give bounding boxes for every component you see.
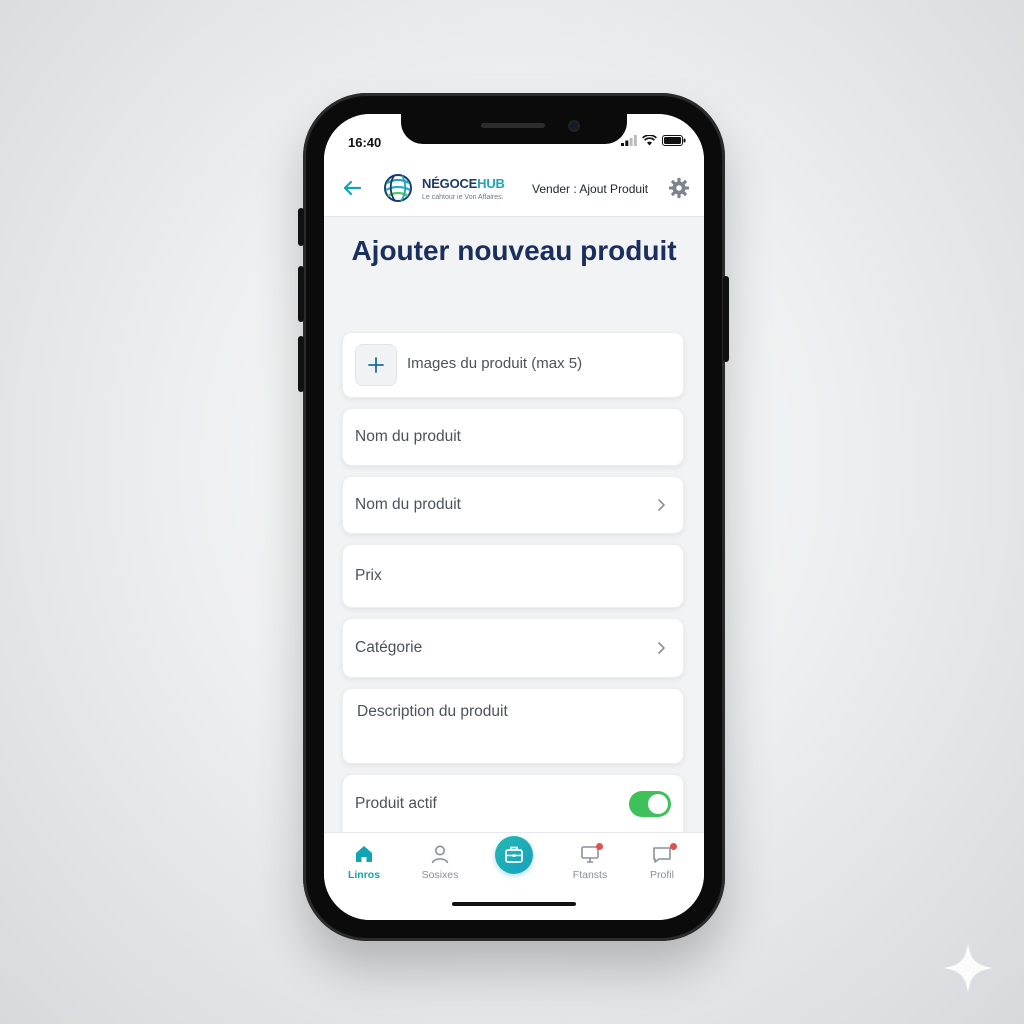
header-title: Vender : Ajout Produit [532,182,649,196]
tab-label: Sosixes [421,869,459,881]
active-product-row: Produit actif [342,774,684,836]
description-field[interactable]: Description du produit [342,688,684,764]
tab-label: Linros [347,869,381,881]
active-product-label: Produit actif [355,795,437,812]
tab-label: Profil [650,869,674,881]
home-indicator [452,902,576,906]
product-name-select[interactable]: Nom du produit [342,476,684,534]
brand-name: NÉGOCEHUB [422,176,505,191]
front-camera [568,120,580,132]
wifi-icon [642,135,657,146]
tab-linros[interactable]: Linros [332,843,396,895]
tab-label: Ftansts [572,869,608,881]
product-name-field[interactable]: Nom du produit [342,408,684,466]
phone-mute-switch [298,208,304,246]
speaker-grille [481,123,545,128]
sparkle-icon [942,942,994,994]
gear-icon[interactable] [668,177,690,199]
brand-suffix: HUB [477,176,505,191]
phone-volume-up [298,266,304,322]
product-name-placeholder: Nom du produit [355,428,461,445]
briefcase-icon [505,846,523,863]
description-placeholder: Description du produit [357,703,508,720]
globe-logo-icon [384,174,412,202]
bottom-tab-bar: Linros Sosixes Ftansts Profil [324,832,704,920]
tab-sosixes[interactable]: Sosixes [408,843,472,895]
phone-power-button [723,276,729,362]
price-field[interactable]: Prix [342,544,684,608]
price-placeholder: Prix [355,567,382,584]
battery-icon [662,135,686,146]
category-select[interactable]: Catégorie [342,618,684,678]
app-header: NÉGOCEHUB Le cahtour ie Von Affaires. Ve… [324,160,704,217]
chevron-right-icon [658,499,665,511]
toggle-knob [648,794,668,814]
notification-badge [596,843,603,850]
active-product-toggle[interactable] [629,791,671,817]
product-name-select-label: Nom du produit [355,496,461,513]
brand-tagline: Le cahtour ie Von Affaires. [422,194,504,201]
add-image-button[interactable] [355,344,397,386]
category-label: Catégorie [355,639,423,656]
plus-icon [368,357,384,373]
tab-ftansts[interactable]: Ftansts [558,843,622,895]
image-upload-field[interactable]: Images du produit (max 5) [342,332,684,398]
images-label: Images du produit (max 5) [407,355,583,372]
camera-notch [401,114,627,144]
home-icon [356,846,372,862]
back-arrow-icon[interactable] [340,176,364,200]
briefcase-action-button[interactable] [495,836,533,874]
person-icon [431,845,449,864]
phone-screen: 16:40 NÉGOCEHUB Le cahtour ie Von Affair… [324,114,704,920]
phone-volume-down [298,336,304,392]
chevron-right-icon [658,642,665,654]
brand-prefix: NÉGOCE [422,176,478,191]
notification-badge [670,843,677,850]
tab-profil[interactable]: Profil [630,843,694,895]
status-time: 16:40 [348,135,382,150]
status-icons [621,135,686,146]
signal-icon [621,135,637,146]
page-title: Ajouter nouveau produit [351,235,677,266]
